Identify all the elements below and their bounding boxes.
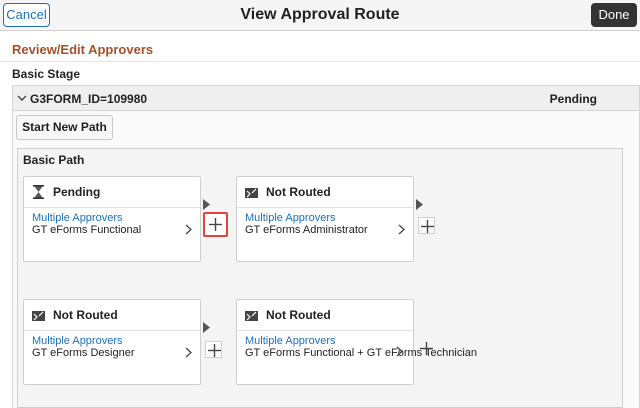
stage-status: Pending [549, 92, 597, 106]
add-approver-button[interactable] [203, 212, 228, 237]
path-label: Basic Path [23, 153, 85, 167]
step-role: GT eForms Administrator [245, 224, 368, 236]
chevron-right-icon[interactable] [398, 224, 405, 235]
step-status: Not Routed [53, 308, 118, 322]
card-header: Not Routed [237, 177, 413, 208]
step-role: GT eForms Functional + GT eForms Technic… [245, 347, 478, 359]
start-new-path-button[interactable]: Start New Path [16, 115, 113, 140]
step-status: Pending [53, 185, 101, 199]
step-status: Not Routed [266, 185, 331, 199]
add-approver-button[interactable] [418, 340, 435, 357]
card-header: Not Routed [24, 300, 200, 331]
stage-label: Basic Stage [12, 67, 81, 81]
plus-icon [421, 220, 434, 233]
add-approver-button[interactable] [418, 217, 435, 234]
stage-id: G3FORM_ID=109980 [30, 92, 148, 106]
chevron-right-icon[interactable] [185, 347, 192, 358]
stage-header[interactable]: G3FORM_ID=109980 Pending [12, 85, 640, 111]
card-header: Not Routed [237, 300, 413, 331]
section-divider [0, 61, 640, 62]
approval-step-card: Not Routed Multiple Approvers GT eForms … [23, 299, 201, 385]
approval-step-card: Not Routed Multiple Approvers GT eForms … [236, 299, 477, 385]
chevron-right-icon[interactable] [396, 346, 403, 357]
not-routed-icon [245, 188, 258, 198]
not-routed-icon [32, 311, 45, 321]
step-role: GT eForms Designer [32, 347, 135, 359]
card-header: Pending [24, 177, 200, 208]
multiple-approvers-link[interactable]: Multiple Approvers [245, 335, 336, 347]
multiple-approvers-link[interactable]: Multiple Approvers [32, 212, 123, 224]
not-routed-icon [245, 311, 258, 321]
arrow-right-icon [203, 322, 210, 333]
step-status: Not Routed [266, 308, 331, 322]
add-approver-button[interactable] [205, 341, 222, 358]
arrow-right-icon [203, 199, 210, 210]
approval-step-card: Pending Multiple Approvers GT eForms Fun… [23, 176, 201, 262]
done-button[interactable]: Done [591, 3, 637, 27]
approval-step-card: Not Routed Multiple Approvers GT eForms … [236, 176, 414, 262]
header-bar: Cancel View Approval Route Done [0, 0, 640, 31]
section-title: Review/Edit Approvers [12, 42, 154, 57]
multiple-approvers-link[interactable]: Multiple Approvers [245, 212, 336, 224]
hourglass-icon [33, 185, 44, 199]
plus-icon [420, 342, 433, 355]
plus-icon [208, 344, 221, 357]
chevron-right-icon[interactable] [185, 224, 192, 235]
step-role: GT eForms Functional [32, 224, 142, 236]
plus-icon [209, 218, 222, 231]
arrow-right-icon [416, 199, 423, 210]
multiple-approvers-link[interactable]: Multiple Approvers [32, 335, 123, 347]
page-title: View Approval Route [240, 6, 400, 23]
chevron-down-icon[interactable] [17, 93, 27, 103]
